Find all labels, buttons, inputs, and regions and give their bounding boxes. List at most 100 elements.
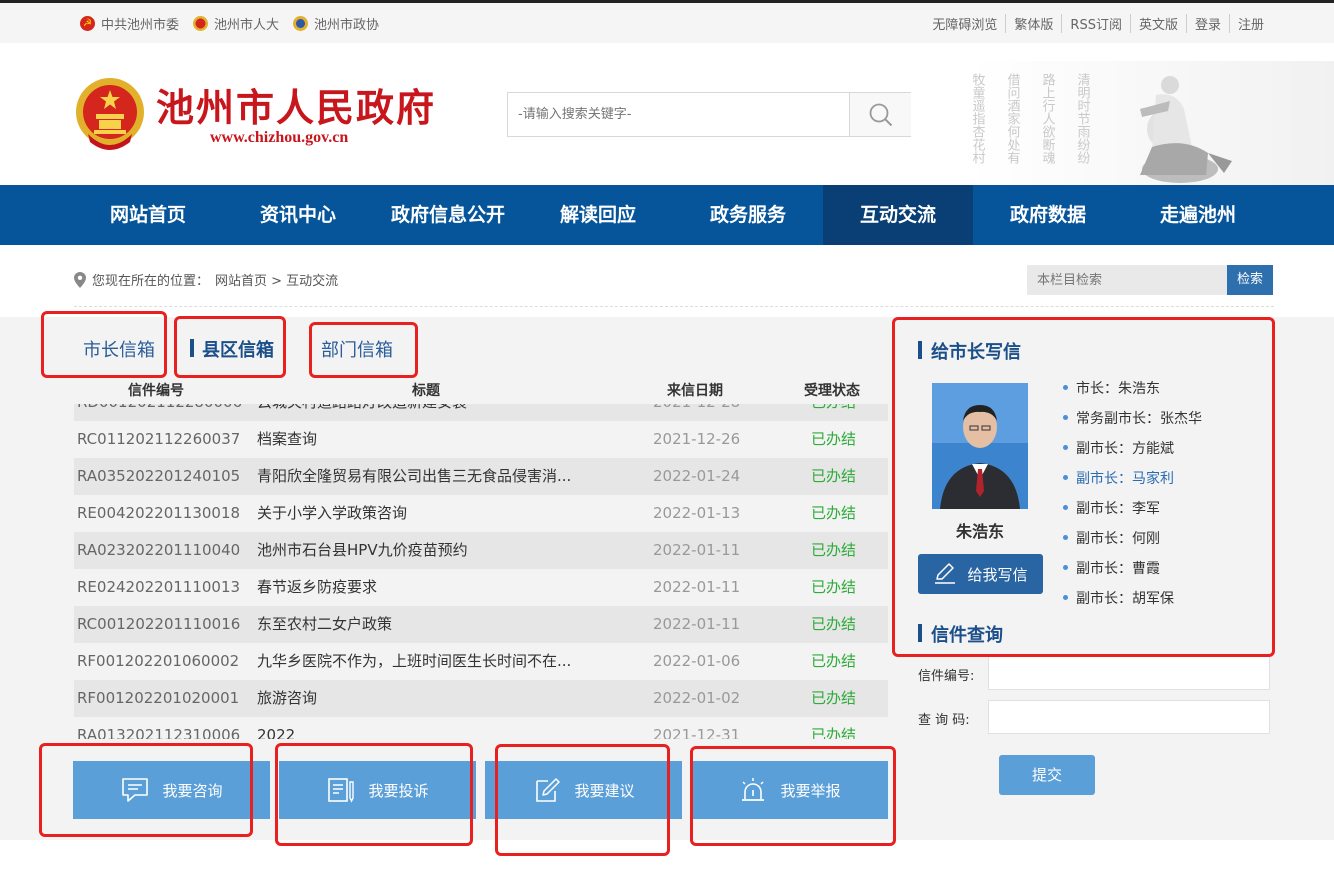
query-code-input[interactable] (988, 700, 1270, 734)
breadcrumb-path[interactable]: 网站首页 > 互动交流 (215, 270, 338, 289)
nav-interpretation[interactable]: 解读回应 (523, 185, 673, 245)
column-search-input[interactable] (1027, 265, 1227, 295)
letter-title[interactable]: 池州市石台县HPV九价疫苗预约 (257, 532, 617, 569)
letter-title[interactable]: 春节返乡防疫要求 (257, 569, 617, 606)
location-pin-icon (74, 271, 86, 288)
col-header-status: 受理状态 (804, 383, 860, 399)
letter-status: 已办结 (811, 430, 857, 448)
letter-id: RC011202112260037 (77, 430, 241, 448)
nav-tour[interactable]: 走遍池州 (1123, 185, 1273, 245)
column-search-button[interactable]: 检索 (1227, 265, 1273, 295)
link-peoples-congress[interactable]: 池州市人大 (193, 14, 279, 33)
main-nav: 网站首页 资讯中心 政府信息公开 解读回应 政务服务 互动交流 政府数据 走遍池… (0, 185, 1334, 245)
link-party-committee[interactable]: ☭ 中共池州市委 (80, 14, 179, 33)
annotation-box-mayor-tab (41, 311, 167, 378)
letter-id-input[interactable] (988, 656, 1270, 690)
letter-date: 2021-12-26 (653, 430, 741, 448)
nav-services[interactable]: 政务服务 (673, 185, 823, 245)
table-row[interactable]: RC001202201110016 东至农村二女户政策 2022-01-11 已… (74, 606, 888, 643)
top-utility-bar: ☭ 中共池州市委 池州市人大 池州市政协 无障碍浏览 繁体版 RSS订阅 英文版… (0, 3, 1334, 43)
letter-status: 已办结 (811, 689, 857, 707)
annotation-box-consult (39, 743, 253, 837)
letter-date: 2022-01-11 (653, 578, 741, 596)
letter-id: RD001202112280006 (77, 404, 242, 421)
poem-line-3: 借问酒家何处有 (1005, 73, 1021, 164)
login-link[interactable]: 登录 (1185, 14, 1229, 33)
table-row[interactable]: RA035202201240105 青阳欣全隆贸易有限公司出售三无食品侵害消..… (74, 458, 888, 495)
english-link[interactable]: 英文版 (1129, 14, 1186, 33)
letter-date: 2021-12-28 (653, 404, 740, 421)
letter-title[interactable]: 东至农村二女户政策 (257, 606, 617, 643)
table-row[interactable]: RD001202112280006 云城关村道路路灯改造新建安装 2021-12… (74, 404, 888, 421)
link-cppcc[interactable]: 池州市政协 (293, 14, 379, 33)
divider (74, 306, 1274, 307)
nav-gov-info[interactable]: 政府信息公开 (373, 185, 523, 245)
letter-title[interactable]: 九华乡医院不作为，上班时间医生长时间不在... (257, 643, 617, 680)
letter-id: RF001202201020001 (77, 689, 240, 707)
letter-status: 已办结 (811, 467, 857, 485)
letter-date: 2021-12-31 (653, 726, 741, 739)
letter-title[interactable]: 2022 (257, 717, 617, 739)
annotation-box-suggestion (495, 744, 670, 856)
letter-date: 2022-01-13 (653, 504, 741, 522)
letter-id: RA035202201240105 (77, 467, 241, 485)
letter-status: 已办结 (811, 504, 857, 522)
nav-data[interactable]: 政府数据 (973, 185, 1123, 245)
col-header-id: 信件编号 (128, 383, 184, 399)
letter-id: RA013202112310006 (77, 726, 241, 739)
traditional-chinese-link[interactable]: 繁体版 (1005, 14, 1061, 33)
table-row[interactable]: RF001202201060002 九华乡医院不作为，上班时间医生长时间不在..… (74, 643, 888, 680)
party-emblem-icon: ☭ (80, 16, 95, 31)
rss-link[interactable]: RSS订阅 (1061, 14, 1130, 33)
utility-links: 无障碍浏览 繁体版 RSS订阅 英文版 登录 注册 (924, 14, 1272, 33)
table-row[interactable]: RA023202201110040 池州市石台县HPV九价疫苗预约 2022-0… (74, 532, 888, 569)
table-row[interactable]: RE024202201110013 春节返乡防疫要求 2022-01-11 已办… (74, 569, 888, 606)
accessibility-link[interactable]: 无障碍浏览 (924, 14, 1005, 33)
letter-status: 已办结 (811, 615, 857, 633)
poem-line-1: 清明时节雨纷纷 (1075, 73, 1091, 164)
submit-button[interactable]: 提交 (999, 755, 1095, 795)
annotation-box-county-tab (174, 316, 286, 378)
letter-date: 2022-01-11 (653, 615, 741, 633)
cppcc-emblem-icon (293, 16, 309, 31)
site-header: 池州市人民政府 www.chizhou.gov.cn 清明时节雨纷纷 路上行人欲… (0, 43, 1334, 185)
letter-title[interactable]: 旅游咨询 (257, 680, 617, 717)
breadcrumb: 您现在所在的位置： 网站首页 > 互动交流 (74, 270, 338, 289)
letter-status: 已办结 (811, 578, 857, 596)
site-search-button[interactable] (849, 93, 911, 136)
poem-line-4: 牧童遥指杏花村 (970, 73, 985, 164)
qingming-poem-illustration: 清明时节雨纷纷 路上行人欲断魂 借问酒家何处有 牧童遥指杏花村 (970, 61, 1334, 185)
national-emblem-logo[interactable] (74, 76, 146, 152)
letter-title[interactable]: 青阳欣全隆贸易有限公司出售三无食品侵害消... (257, 458, 617, 495)
nav-home[interactable]: 网站首页 (73, 185, 223, 245)
col-header-date: 来信日期 (667, 383, 723, 399)
letter-title[interactable]: 云城关村道路路灯改造新建安装 (257, 404, 617, 421)
letter-id: RE004202201130018 (77, 504, 241, 522)
register-link[interactable]: 注册 (1228, 14, 1272, 33)
site-title[interactable]: 池州市人民政府 (156, 77, 436, 132)
table-row[interactable]: RF001202201020001 旅游咨询 2022-01-02 已办结 (74, 680, 888, 717)
table-row[interactable]: RC011202112260037 档案查询 2021-12-26 已办结 (74, 421, 888, 458)
column-search: 检索 (1027, 265, 1273, 295)
table-header: 信件编号 标题 来信日期 受理状态 (74, 378, 888, 402)
table-row[interactable]: RE004202201130018 关于小学入学政策咨询 2022-01-13 … (74, 495, 888, 532)
nav-news[interactable]: 资讯中心 (223, 185, 373, 245)
letter-status: 已办结 (811, 541, 857, 559)
search-icon (869, 103, 892, 126)
nav-interaction[interactable]: 互动交流 (823, 185, 973, 245)
letter-title[interactable]: 关于小学入学政策咨询 (257, 495, 617, 532)
letter-date: 2022-01-24 (653, 467, 741, 485)
letter-table: RD001202112280006 云城关村道路路灯改造新建安装 2021-12… (74, 404, 888, 739)
table-row[interactable]: RA013202112310006 2022 2021-12-31 已办结 (74, 717, 888, 739)
letter-id-label: 信件编号: (918, 669, 975, 684)
poem-line-2: 路上行人欲断魂 (1040, 72, 1056, 165)
annotation-box-department-tab (309, 322, 418, 378)
letter-title[interactable]: 档案查询 (257, 421, 617, 458)
annotation-box-complaint (275, 743, 473, 846)
annotation-box-sidebar (892, 317, 1275, 657)
annotation-box-report (690, 746, 896, 846)
site-search-input[interactable] (508, 93, 848, 136)
letter-status: 已办结 (811, 404, 856, 421)
letter-status: 已办结 (811, 726, 857, 739)
col-header-title: 标题 (412, 383, 440, 399)
